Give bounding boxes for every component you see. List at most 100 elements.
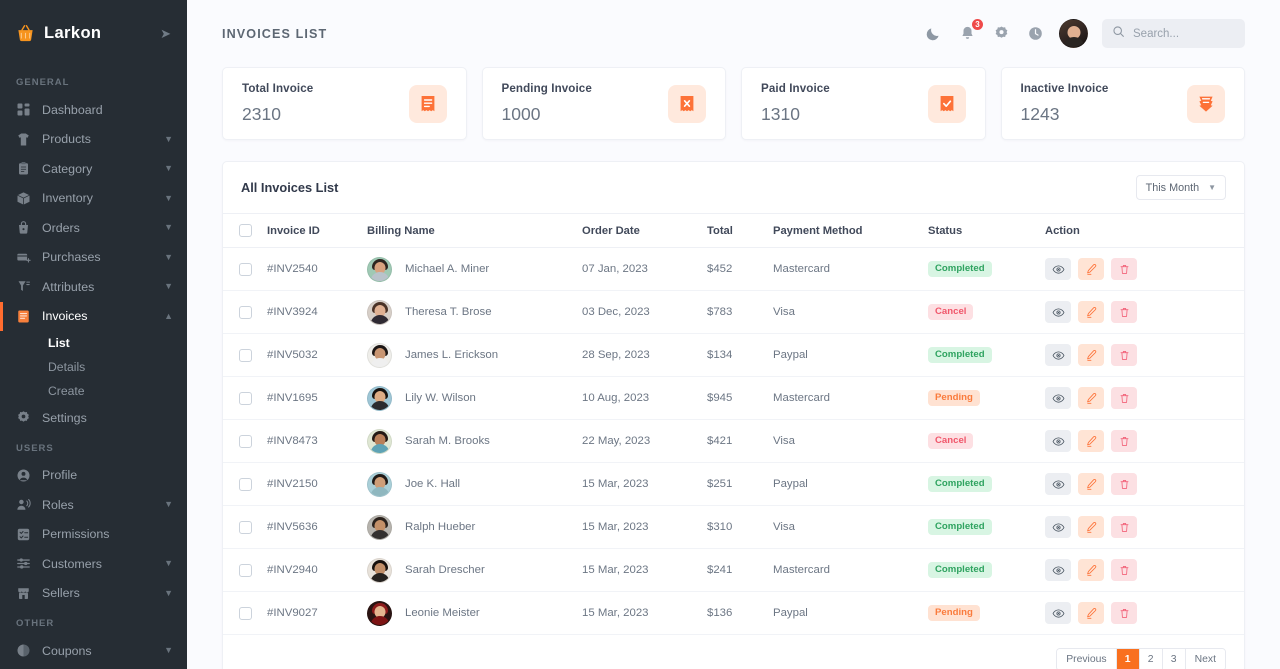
eye-icon[interactable] xyxy=(1045,559,1071,581)
sidebar-item-dashboard[interactable]: Dashboard xyxy=(0,95,187,125)
invoices-table-head: Invoice ID Billing Name Order Date Total… xyxy=(223,213,1244,248)
eye-icon[interactable] xyxy=(1045,516,1071,538)
row-checkbox[interactable] xyxy=(239,477,252,491)
search-input[interactable] xyxy=(1133,27,1235,40)
sidebar-item-attributes[interactable]: Attributes ▼ xyxy=(0,272,187,302)
trash-icon[interactable] xyxy=(1111,473,1137,495)
eye-icon[interactable] xyxy=(1045,430,1071,452)
table-row[interactable]: #INV2540 Michael A. Miner 07 Jan, 2023 $… xyxy=(223,247,1244,291)
pencil-icon[interactable] xyxy=(1078,473,1104,495)
row-checkbox[interactable] xyxy=(239,520,252,534)
sidebar-section-other: OTHER xyxy=(16,618,55,629)
sidebar-item-profile[interactable]: Profile xyxy=(0,461,187,491)
trash-icon[interactable] xyxy=(1111,430,1137,452)
pencil-icon[interactable] xyxy=(1078,344,1104,366)
pencil-icon[interactable] xyxy=(1078,430,1104,452)
table-row[interactable]: #INV8473 Sarah M. Brooks 22 May, 2023 $4… xyxy=(223,419,1244,463)
eye-icon[interactable] xyxy=(1045,473,1071,495)
billing-name-label: Leonie Meister xyxy=(405,607,480,619)
table-row[interactable]: #INV5636 Ralph Hueber 15 Mar, 2023 $310 … xyxy=(223,505,1244,549)
trash-icon[interactable] xyxy=(1111,516,1137,538)
pagination-previous[interactable]: Previous xyxy=(1057,649,1117,669)
cell-action xyxy=(1045,462,1244,506)
sidebar-item-coupons[interactable]: Coupons ▼ xyxy=(0,636,187,666)
pencil-icon[interactable] xyxy=(1078,258,1104,280)
row-checkbox[interactable] xyxy=(239,606,252,620)
table-row[interactable]: #INV2150 Joe K. Hall 15 Mar, 2023 $251 P… xyxy=(223,462,1244,506)
table-row[interactable]: #INV5032 James L. Erickson 28 Sep, 2023 … xyxy=(223,333,1244,377)
cell-invoice-id: #INV1695 xyxy=(267,376,367,420)
table-row[interactable]: #INV2940 Sarah Drescher 15 Mar, 2023 $24… xyxy=(223,548,1244,592)
sidebar-subitem-details[interactable]: Details xyxy=(0,355,187,379)
select-all-checkbox[interactable] xyxy=(239,224,252,237)
row-checkbox[interactable] xyxy=(239,348,252,362)
trash-icon[interactable] xyxy=(1111,301,1137,323)
sidebar-item-products[interactable]: Products ▼ xyxy=(0,125,187,155)
sidebar-item-inventory[interactable]: Inventory ▼ xyxy=(0,184,187,214)
eye-icon[interactable] xyxy=(1045,387,1071,409)
trash-icon[interactable] xyxy=(1111,258,1137,280)
sidebar-item-sellers[interactable]: Sellers ▼ xyxy=(0,579,187,609)
trash-icon[interactable] xyxy=(1111,387,1137,409)
gear-icon[interactable] xyxy=(991,24,1011,44)
row-checkbox[interactable] xyxy=(239,391,252,405)
search-box[interactable] xyxy=(1102,19,1245,48)
brand[interactable]: Larkon ➤ xyxy=(0,0,187,67)
moon-icon[interactable] xyxy=(923,24,943,44)
sidebar-item-permissions[interactable]: Permissions xyxy=(0,520,187,550)
eye-icon[interactable] xyxy=(1045,258,1071,280)
sidebar-item-roles[interactable]: Roles ▼ xyxy=(0,490,187,520)
pagination-next[interactable]: Next xyxy=(1185,649,1225,669)
row-checkbox-cell xyxy=(223,591,267,635)
trash-icon[interactable] xyxy=(1111,559,1137,581)
chevron-down-icon: ▼ xyxy=(164,163,173,174)
pencil-icon[interactable] xyxy=(1078,516,1104,538)
sidebar-item-category[interactable]: Category ▼ xyxy=(0,154,187,184)
eye-icon[interactable] xyxy=(1045,344,1071,366)
stat-label: Pending Invoice xyxy=(501,82,592,95)
row-checkbox[interactable] xyxy=(239,434,252,448)
table-row[interactable]: #INV1695 Lily W. Wilson 10 Aug, 2023 $94… xyxy=(223,376,1244,420)
sidebar-item-label: Roles xyxy=(42,497,74,512)
pencil-icon[interactable] xyxy=(1078,387,1104,409)
sidebar-item-settings[interactable]: Settings xyxy=(0,403,187,433)
cell-invoice-id: #INV2150 xyxy=(267,462,367,506)
clock-icon[interactable] xyxy=(1025,24,1045,44)
eye-icon[interactable] xyxy=(1045,301,1071,323)
chevron-down-icon: ▼ xyxy=(1208,183,1216,192)
sidebar-item-orders[interactable]: Orders ▼ xyxy=(0,213,187,243)
cell-action xyxy=(1045,247,1244,291)
row-checkbox-cell xyxy=(223,333,267,377)
month-filter-select[interactable]: This Month ▼ xyxy=(1135,175,1226,200)
invoices-list-title: All Invoices List xyxy=(241,180,339,195)
invoice-list-icon xyxy=(408,84,447,123)
cell-billing-name: Joe K. Hall xyxy=(367,462,582,506)
stat-value: 1000 xyxy=(501,104,541,124)
pagination-page-2[interactable]: 2 xyxy=(1139,649,1163,669)
sidebar-item-customers[interactable]: Customers ▼ xyxy=(0,549,187,579)
pagination-page-3[interactable]: 3 xyxy=(1162,649,1186,669)
trash-icon[interactable] xyxy=(1111,344,1137,366)
eye-icon[interactable] xyxy=(1045,602,1071,624)
table-row[interactable]: #INV9027 Leonie Meister 15 Mar, 2023 $13… xyxy=(223,591,1244,635)
sidebar-item-invoices[interactable]: Invoices ▲ xyxy=(0,301,187,332)
trash-icon[interactable] xyxy=(1111,602,1137,624)
sidebar-subitem-list[interactable]: List xyxy=(0,331,187,355)
avatar[interactable] xyxy=(1059,19,1088,48)
pencil-icon[interactable] xyxy=(1078,602,1104,624)
header-order-date: Order Date xyxy=(582,213,707,248)
row-checkbox[interactable] xyxy=(239,563,252,577)
chevron-down-icon: ▼ xyxy=(164,587,173,598)
pencil-icon[interactable] xyxy=(1078,301,1104,323)
sidebar-toggle-icon[interactable]: ➤ xyxy=(160,27,171,40)
sidebar-subitem-create[interactable]: Create xyxy=(0,379,187,403)
pencil-icon[interactable] xyxy=(1078,559,1104,581)
cell-order-date: 15 Mar, 2023 xyxy=(582,505,707,549)
pagination-page-1[interactable]: 1 xyxy=(1116,649,1140,669)
row-checkbox[interactable] xyxy=(239,305,252,319)
bell-icon[interactable]: 3 xyxy=(957,17,984,44)
table-row[interactable]: #INV3924 Theresa T. Brose 03 Dec, 2023 $… xyxy=(223,290,1244,334)
row-checkbox[interactable] xyxy=(239,262,252,276)
cell-billing-name: James L. Erickson xyxy=(367,333,582,377)
sidebar-item-purchases[interactable]: Purchases ▼ xyxy=(0,243,187,273)
